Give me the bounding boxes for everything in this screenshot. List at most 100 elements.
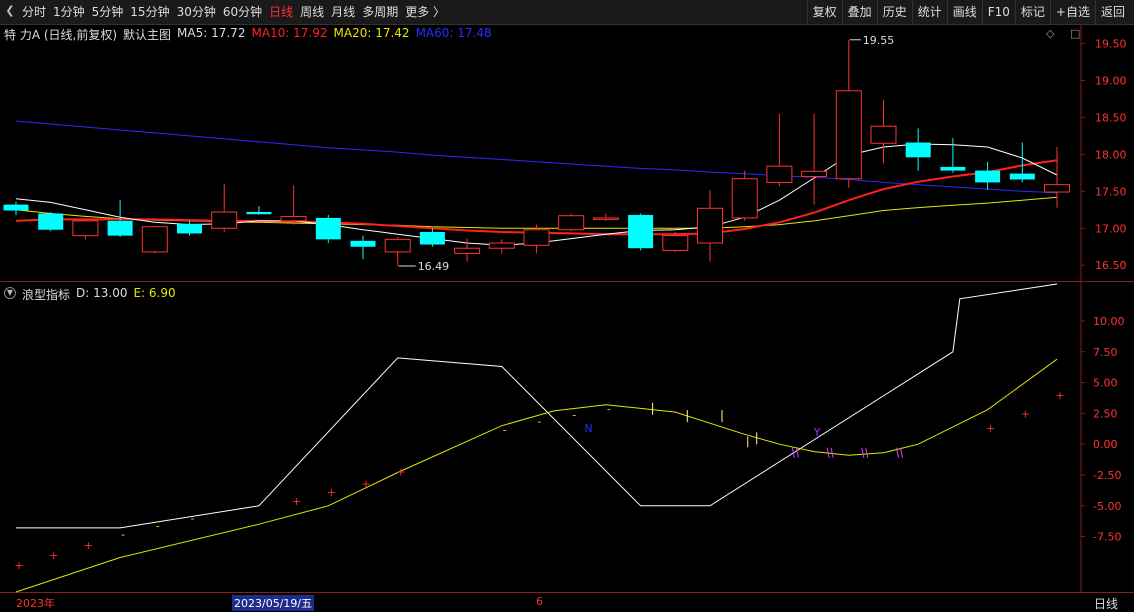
candle-body-up [280, 215, 307, 222]
indicator-legend: ▼ 浪型指标 D: 13.00 E: 6.90 [4, 286, 182, 303]
toolbar-button-5[interactable]: F10 [981, 0, 1015, 24]
candle-body-down [419, 231, 445, 245]
wave-marker [865, 447, 869, 458]
ma60-value: MA60: 17.48 [415, 26, 492, 40]
tab-period-5[interactable]: 60分钟 [223, 0, 262, 24]
toolbar-button-6[interactable]: 标记 [1014, 0, 1050, 24]
tab-period-7[interactable]: 周线 [300, 0, 324, 24]
indicator-tick-label: -7.50 [1093, 531, 1121, 544]
indicator-signal-marker: + [327, 486, 336, 499]
indicator-tick-label: 5.00 [1093, 377, 1118, 390]
candle-body-down [905, 142, 931, 158]
toolbar-button-7[interactable]: +自选 [1049, 0, 1095, 24]
candle-body-down [350, 240, 376, 247]
ma60-line [15, 120, 1058, 194]
tab-period-2[interactable]: 5分钟 [92, 0, 124, 24]
candle-body-up [731, 178, 758, 219]
toolbar-button-8[interactable]: 返回 [1094, 0, 1130, 24]
candle-body-up [72, 220, 99, 237]
indicator-signal-marker: | [746, 434, 750, 447]
indicator-tick-label: 0.00 [1093, 438, 1118, 451]
indicator-name[interactable]: 浪型指标 [22, 286, 70, 303]
indicator-n-marker: N [584, 422, 592, 435]
toolbar-button-0[interactable]: 复权 [806, 0, 842, 24]
candle-body-up [835, 90, 862, 180]
indicator-tick-label: -5.00 [1093, 500, 1121, 513]
candle-body-down [38, 213, 64, 230]
date-start-label: 2023年 [16, 597, 55, 610]
indicator-tick-label: 2.50 [1093, 407, 1118, 420]
indicator-signal-marker: + [361, 478, 370, 491]
indicator-d-value: D: 13.00 [76, 286, 128, 300]
price-tick-label: 18.00 [1095, 148, 1127, 161]
tab-period-8[interactable]: 月线 [331, 0, 355, 24]
indicator-e-value: E: 6.90 [133, 286, 176, 300]
candle-body-down [315, 217, 341, 240]
indicator-signal-marker: + [84, 539, 93, 552]
candle-body-up [592, 217, 619, 220]
indicator-signal-marker: - [191, 512, 195, 525]
indicator-e-line [15, 358, 1058, 593]
indicator-signal-marker: + [1021, 407, 1030, 420]
wave-marker [861, 447, 865, 458]
low-price-annotation: 16.49 [418, 260, 450, 273]
indicator-signal-marker: Y [813, 426, 821, 439]
indicator-signal-marker: + [986, 422, 995, 435]
indicator-signal-marker: + [1055, 389, 1064, 402]
date-month-label: 6 [536, 595, 543, 608]
price-tick-label: 19.50 [1095, 37, 1127, 50]
tab-period-0[interactable]: 分时 [22, 0, 46, 24]
back-arrow-icon[interactable]: ❮ [2, 3, 18, 19]
indicator-signal-marker: - [156, 519, 160, 532]
toolbar-button-2[interactable]: 历史 [876, 0, 912, 24]
indicator-signal-marker: + [14, 559, 23, 572]
diamond-icon[interactable]: ◇ [1046, 27, 1054, 40]
candle-body-up [384, 238, 411, 253]
indicator-signal-marker: - [503, 423, 507, 436]
toolbar: ❮ 分时 1分钟 5分钟 15分钟 30分钟 60分钟 日线 周线 月线 多周期 更多 〉 复权 叠加… [0, 0, 1134, 25]
candle-body-down [246, 212, 272, 215]
price-tick-label: 16.50 [1095, 259, 1127, 272]
candle-body-down [975, 170, 1001, 183]
wave-marker [900, 447, 903, 458]
candle-body-down [107, 220, 133, 236]
candle-body-up [558, 215, 585, 231]
candle-body-down [628, 214, 654, 249]
indicator-signal-marker: + [49, 549, 58, 562]
toolbar-button-3[interactable]: 统计 [911, 0, 947, 24]
tab-period-1[interactable]: 1分钟 [53, 0, 85, 24]
indicator-tick-label: 7.50 [1093, 346, 1118, 359]
indicator-tick-label: -2.50 [1093, 469, 1121, 482]
period-label[interactable]: 日线 [1094, 595, 1118, 612]
main-chart-corner-icons: ◇ □ [1046, 27, 1092, 40]
main-template-label[interactable]: 默认主图 [123, 26, 171, 43]
indicator-signal-marker: - [607, 402, 611, 415]
candle-body-down [177, 223, 202, 234]
indicator-tick-label: 10.00 [1093, 315, 1125, 328]
price-tick-label: 17.00 [1095, 222, 1127, 235]
toolbar-button-1[interactable]: 叠加 [841, 0, 877, 24]
high-price-annotation: 19.55 [863, 34, 895, 47]
candle-body-up [454, 247, 481, 254]
price-tick-label: 19.00 [1095, 74, 1127, 87]
collapse-icon[interactable]: ▼ [4, 287, 16, 299]
tab-period-10[interactable]: 更多 〉 [405, 0, 445, 24]
ma20-value: MA20: 17.42 [333, 26, 410, 40]
tab-period-4[interactable]: 30分钟 [177, 0, 216, 24]
toolbar-button-4[interactable]: 画线 [946, 0, 982, 24]
indicator-signal-marker: - [121, 528, 125, 541]
chart-canvas[interactable]: 19.50 19.00 18.50 18.00 17.50 17.00 16.50 10.00… [0, 0, 1134, 611]
tab-period-3[interactable]: 15分钟 [130, 0, 169, 24]
stock-title[interactable]: 特 力A (日线,前复权) [4, 26, 117, 43]
candle-body-up [1044, 184, 1070, 193]
candle-body-up [662, 235, 689, 251]
indicator-signal-marker: + [396, 465, 405, 478]
candle-body-up [870, 125, 897, 144]
tab-period-6[interactable]: 日线 [269, 0, 293, 24]
indicator-signal-marker: + [292, 495, 301, 508]
tab-period-9[interactable]: 多周期 [362, 0, 398, 24]
indicator-signal-marker: - [572, 409, 576, 422]
wave-marker [830, 447, 834, 458]
ma10-value: MA10: 17.92 [251, 26, 328, 40]
square-icon[interactable]: □ [1070, 27, 1080, 40]
